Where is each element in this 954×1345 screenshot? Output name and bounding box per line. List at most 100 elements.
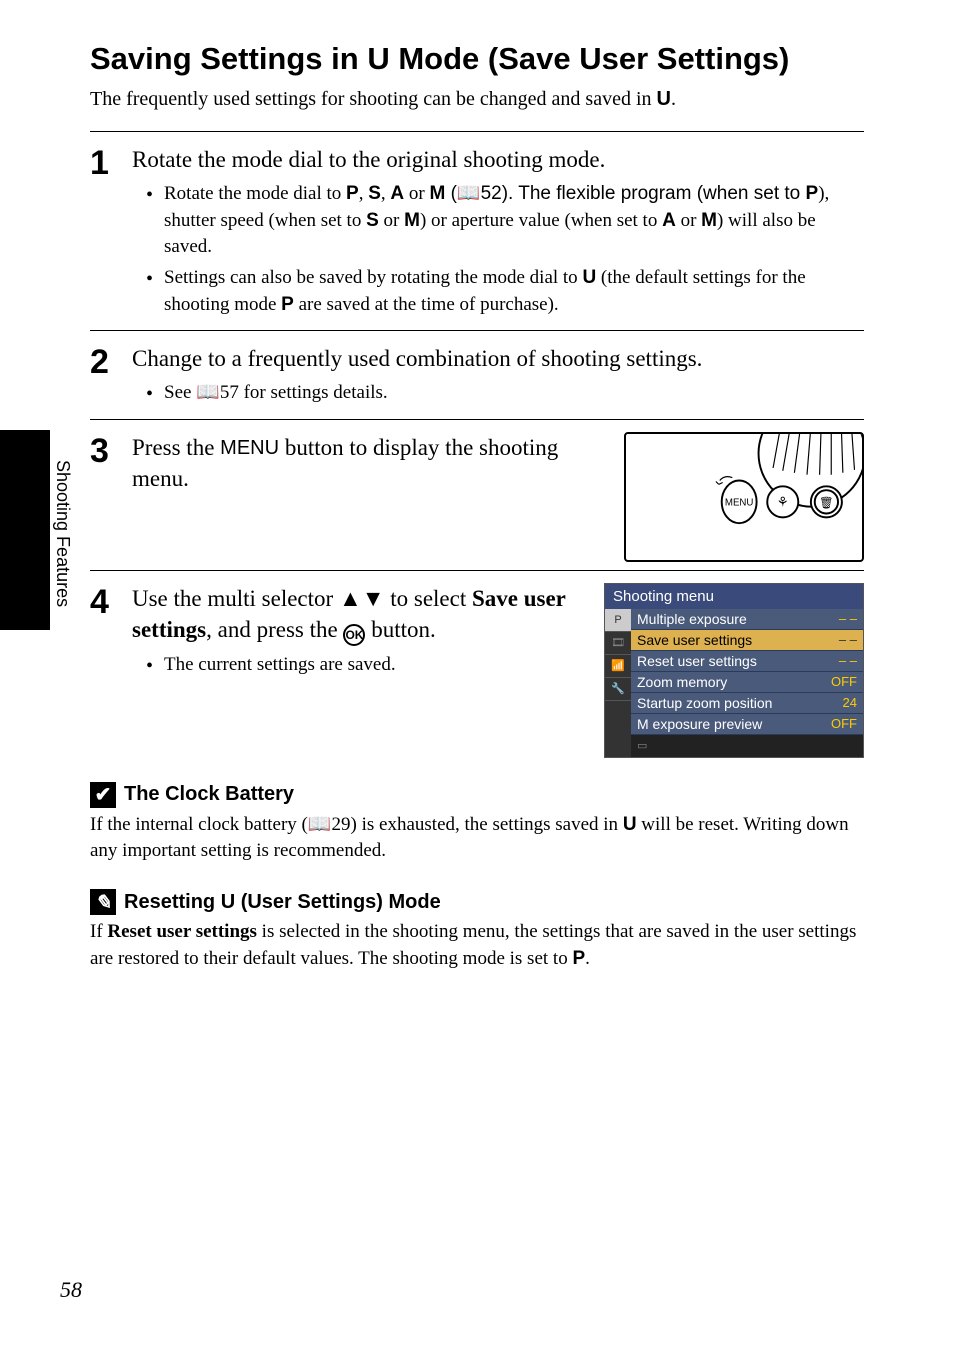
menu-value: OFF [831,716,857,732]
text: Resetting [124,891,221,913]
menu-button-icon: MENU [725,498,754,509]
note-body: If Reset user settings is selected in th… [90,919,864,972]
step-body: Rotate the mode dial to the original sho… [132,144,864,322]
note-title: Resetting U (User Settings) Mode [124,891,441,914]
list-item: See 📖57 for settings details. [150,380,864,407]
menu-row-highlighted: Save user settings – – [631,630,863,651]
ok-button-icon: OK [343,624,365,646]
text: Rotate the mode dial to [164,183,346,204]
s-mode-icon: S [366,210,379,231]
p-mode-icon: P [346,183,359,204]
divider [90,419,864,420]
note-body: If the internal clock battery (📖29) is e… [90,812,864,865]
step-4: 4 Use the multi selector ▲▼ to select Sa… [90,583,864,758]
list-item: Rotate the mode dial to P, S, A or M (📖5… [150,181,864,261]
s-mode-icon: S [368,183,381,204]
m-mode-icon: M [429,183,445,204]
text: . [585,948,590,969]
a-mode-icon: A [662,210,676,231]
page-title: Saving Settings in U Mode (Save User Set… [90,40,864,77]
u-mode-icon: U [582,267,596,288]
list-item: Settings can also be saved by rotating t… [150,265,864,318]
p-mode-icon: P [281,294,294,315]
menu-label: Save user settings [637,632,752,648]
page-number: 58 [60,1277,82,1303]
step-heading: Rotate the mode dial to the original sho… [132,144,864,175]
title-part1: Saving Settings in [90,41,367,76]
step-body: Use the multi selector ▲▼ to select Save… [132,583,864,758]
page-ref-icon: (📖52). The flexible program (when set to [445,183,805,204]
text: Settings can also be saved by rotating t… [164,267,582,288]
text: , and press the [206,617,343,642]
note-reset-settings: ✎ Resetting U (User Settings) Mode If Re… [90,889,864,972]
step-body: Press the MENU button to display the sho… [132,432,864,562]
menu-label: Multiple exposure [637,611,747,627]
step-heading: Change to a frequently used combination … [132,343,864,374]
text: , [359,183,369,204]
side-tab [0,430,50,630]
shooting-menu-body: P 🎞 📶 🔧 Multiple exposure – – Save user s… [605,609,863,757]
menu-row: Multiple exposure – – [631,609,863,630]
u-mode-icon: U [623,814,637,835]
divider [90,131,864,132]
menu-list: Multiple exposure – – Save user settings –… [631,609,863,757]
m-mode-icon: M [701,210,717,231]
up-down-icon: ▲▼ [339,585,385,611]
step-heading: Use the multi selector ▲▼ to select Save… [132,583,584,646]
step-heading: Press the MENU button to display the sho… [132,432,604,494]
text: ) or aperture value (when set to [420,210,662,231]
menu-button-label: MENU [220,437,279,459]
text: or [404,183,429,204]
menu-value: – – [839,611,857,627]
text: If the internal clock battery (📖29) is e… [90,814,623,835]
text: If [90,921,107,942]
camera-svg: MENU ⚘ 🗑 [626,434,862,560]
bullet-list: The current settings are saved. [132,652,584,679]
check-box-icon: ✔ [90,782,116,808]
bullet-list: Rotate the mode dial to P, S, A or M (📖5… [132,181,864,318]
text: (User Settings) Mode [235,891,441,913]
bullet-list: See 📖57 for settings details. [132,380,864,407]
pencil-box-icon: ✎ [90,889,116,915]
menu-footer: ▭ [631,735,863,757]
u-mode-icon: U [367,41,389,76]
shooting-menu-title: Shooting menu [605,584,863,609]
step-number: 2 [90,343,132,411]
step-text-col: Use the multi selector ▲▼ to select Save… [132,583,584,683]
tab-p-icon: P [605,609,631,632]
menu-value: – – [839,632,857,648]
note-title: The Clock Battery [124,783,294,806]
menu-row: Startup zoom position 24 [631,693,863,714]
intro-part1: The frequently used settings for shootin… [90,88,657,110]
intro-part2: . [671,88,676,110]
step-3: 3 Press the MENU button to display the s… [90,432,864,562]
text: to select [384,586,472,611]
shooting-menu-preview: Shooting menu P 🎞 📶 🔧 Multiple exposure –… [604,583,864,758]
menu-tabs: P 🎞 📶 🔧 [605,609,631,757]
menu-label: M exposure preview [637,716,762,732]
divider [90,570,864,571]
step-number: 4 [90,583,132,758]
text: button. [365,617,435,642]
u-mode-icon: U [221,891,235,913]
menu-row: M exposure preview OFF [631,714,863,735]
step-number: 3 [90,432,132,562]
step-number: 1 [90,144,132,322]
text: , [381,183,391,204]
reset-user-settings-label: Reset user settings [107,921,257,942]
tab-setup-icon: 🔧 [605,678,631,701]
menu-row: Reset user settings– – [631,651,863,672]
delete-icon: 🗑 [819,497,834,510]
menu-value: OFF [831,674,857,690]
text: are saved at the time of purchase). [294,294,559,315]
menu-label: Startup zoom position [637,695,772,711]
u-mode-icon: U [657,88,671,110]
menu-value: 24 [843,695,857,711]
step-2: 2 Change to a frequently used combinatio… [90,343,864,411]
step-text-col: Press the MENU button to display the sho… [132,432,604,500]
p-mode-icon: P [572,948,585,969]
step-body: Change to a frequently used combination … [132,343,864,411]
divider [90,330,864,331]
title-part2: Mode (Save User Settings) [390,41,790,76]
tab-wifi-icon: 📶 [605,655,631,678]
